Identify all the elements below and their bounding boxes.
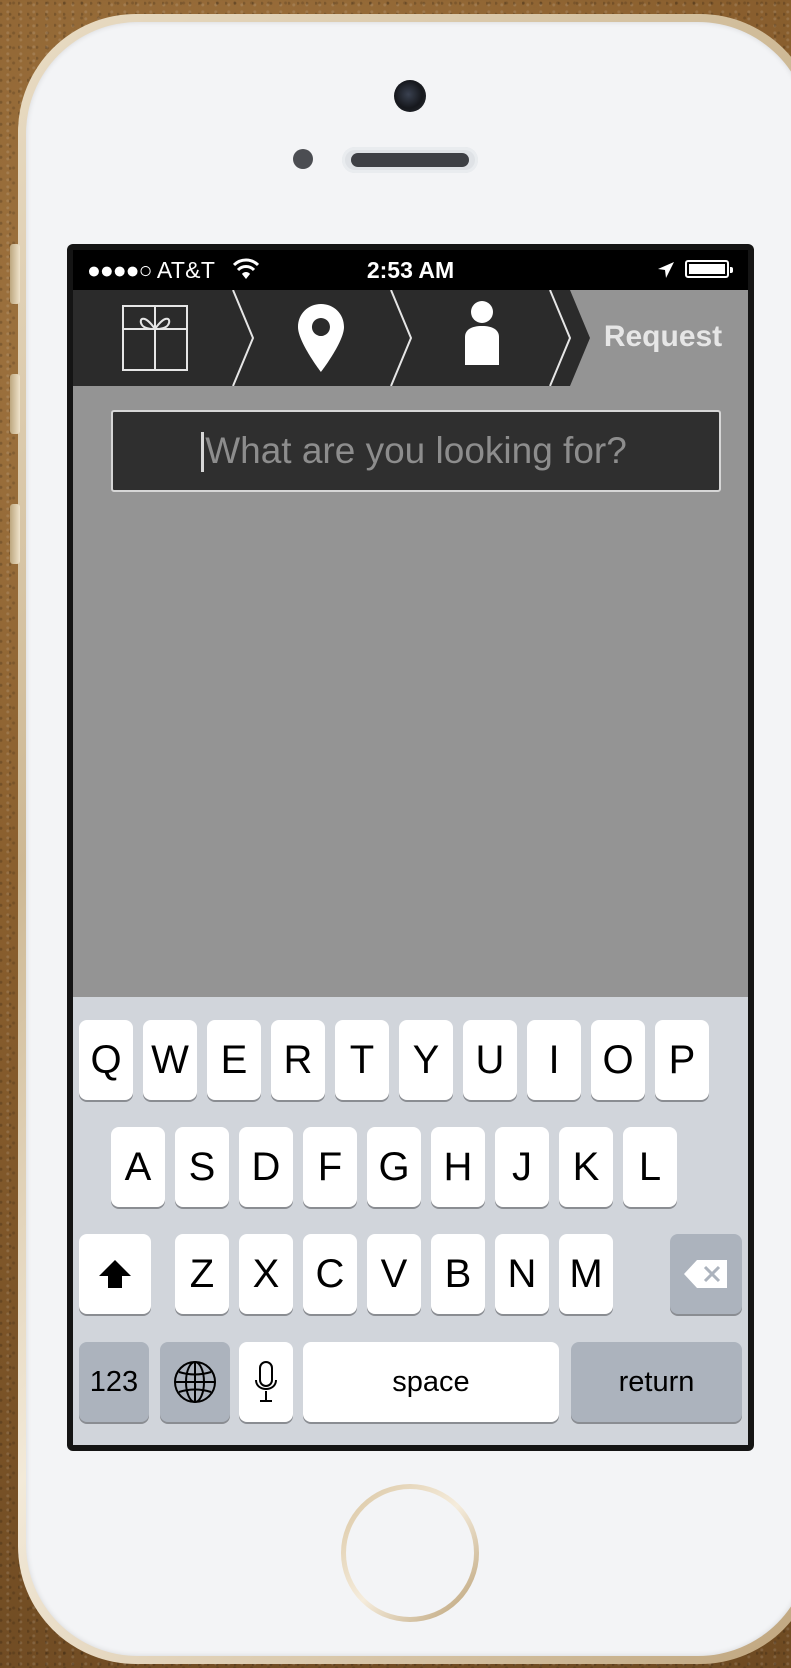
key-b[interactable]: B (431, 1234, 485, 1314)
key-c[interactable]: C (303, 1234, 357, 1314)
key-r[interactable]: R (271, 1020, 325, 1100)
key-j[interactable]: J (495, 1127, 549, 1207)
text-cursor (201, 432, 204, 472)
key-o[interactable]: O (591, 1020, 645, 1100)
delete-key[interactable] (670, 1234, 742, 1314)
return-key[interactable]: return (571, 1342, 742, 1422)
search-field[interactable] (111, 410, 721, 492)
key-w[interactable]: W (143, 1020, 197, 1100)
numbers-key[interactable]: 123 (79, 1342, 149, 1422)
shift-key[interactable] (79, 1234, 151, 1314)
key-l[interactable]: L (623, 1127, 677, 1207)
microphone-key[interactable] (239, 1342, 293, 1422)
key-k[interactable]: K (559, 1127, 613, 1207)
key-h[interactable]: H (431, 1127, 485, 1207)
key-x[interactable]: X (239, 1234, 293, 1314)
front-camera (394, 80, 426, 112)
step-gift[interactable] (122, 305, 188, 376)
volume-down-button (10, 504, 20, 564)
key-q[interactable]: Q (79, 1020, 133, 1100)
step-location[interactable] (298, 304, 344, 377)
key-a[interactable]: A (111, 1127, 165, 1207)
status-bar: ●●●●○ AT&T 2:53 AM (73, 250, 748, 290)
key-m[interactable]: M (559, 1234, 613, 1314)
globe-key[interactable] (160, 1342, 230, 1422)
step-request-label[interactable]: Request (573, 320, 748, 354)
location-services-icon (658, 262, 674, 278)
key-g[interactable]: G (367, 1127, 421, 1207)
key-f[interactable]: F (303, 1127, 357, 1207)
key-u[interactable]: U (463, 1020, 517, 1100)
delete-icon (684, 1260, 727, 1288)
volume-up-button (10, 374, 20, 434)
step-progress-bar: Request (73, 290, 748, 386)
microphone-icon (255, 1361, 277, 1402)
key-n[interactable]: N (495, 1234, 549, 1314)
person-icon (465, 301, 499, 365)
on-screen-keyboard: Q W E R T Y U I O P A S D F G H J K L Z … (73, 997, 748, 1445)
mute-switch (10, 244, 20, 304)
key-e[interactable]: E (207, 1020, 261, 1100)
home-button[interactable] (341, 1484, 479, 1622)
space-key[interactable]: space (303, 1342, 559, 1422)
step-profile[interactable] (461, 301, 503, 370)
key-v[interactable]: V (367, 1234, 421, 1314)
shift-icon (99, 1260, 131, 1288)
proximity-sensor (293, 149, 313, 169)
gift-icon (122, 305, 188, 371)
earpiece-speaker (342, 147, 478, 173)
app-screen: ●●●●○ AT&T 2:53 AM Request What are you … (73, 250, 748, 1445)
key-s[interactable]: S (175, 1127, 229, 1207)
key-d[interactable]: D (239, 1127, 293, 1207)
status-time: 2:53 AM (366, 257, 455, 283)
key-z[interactable]: Z (175, 1234, 229, 1314)
globe-icon (174, 1361, 216, 1403)
key-i[interactable]: I (527, 1020, 581, 1100)
screen-bezel: ●●●●○ AT&T 2:53 AM Request What are you … (67, 244, 754, 1451)
map-pin-icon (298, 304, 344, 372)
key-p[interactable]: P (655, 1020, 709, 1100)
key-y[interactable]: Y (399, 1020, 453, 1100)
key-t[interactable]: T (335, 1020, 389, 1100)
battery-icon (685, 260, 733, 278)
